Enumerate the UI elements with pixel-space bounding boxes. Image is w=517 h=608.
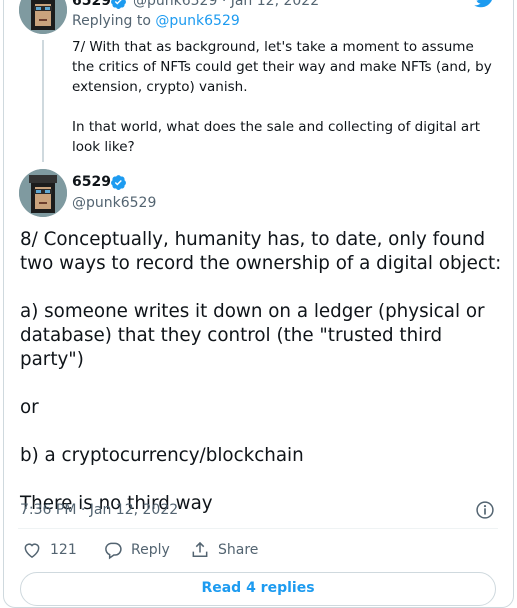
share-label: Share: [218, 542, 259, 558]
tweet-paragraph: In that world, what does the sale and co…: [72, 119, 481, 155]
author-name[interactable]: 6529: [72, 0, 111, 9]
replying-to: Replying to @punk6529: [72, 13, 240, 29]
main-tweet-text: 8/ Conceptually, humanity has, to date, …: [20, 228, 505, 516]
twitter-bird-icon[interactable]: [474, 0, 496, 8]
divider: [18, 528, 498, 529]
previous-tweet-text: 7/ With that as background, let's take a…: [72, 37, 497, 157]
handle-date[interactable]: @punk6529 · Jan 12, 2022: [133, 0, 319, 9]
tweet-paragraph: b) a cryptocurrency/blockchain: [20, 445, 304, 466]
replying-to-link[interactable]: @punk6529: [155, 13, 239, 29]
heart-icon: [24, 543, 40, 558]
author-name[interactable]: 6529: [72, 174, 111, 190]
tweet-paragraph: 7/ With that as background, let's take a…: [72, 39, 492, 95]
tweet-paragraph: a) someone writes it down on a ledger (p…: [20, 301, 485, 370]
author-handle[interactable]: @punk6529: [72, 195, 156, 211]
verified-badge-icon: [111, 175, 126, 190]
like-button[interactable]: 121: [22, 540, 77, 560]
reply-label: Reply: [131, 542, 170, 558]
avatar[interactable]: [19, 169, 67, 217]
read-replies-button[interactable]: Read 4 replies: [20, 572, 496, 606]
reply-icon: [105, 542, 122, 560]
info-icon[interactable]: [475, 500, 495, 520]
reply-button[interactable]: Reply: [103, 540, 170, 560]
share-button[interactable]: Share: [190, 540, 258, 560]
verified-badge-icon: [111, 0, 126, 9]
tweet-paragraph: or: [20, 397, 39, 418]
tweet-paragraph: 8/ Conceptually, humanity has, to date, …: [20, 229, 502, 274]
share-icon: [192, 541, 208, 557]
tweet-timestamp[interactable]: 7:36 PM · Jan 12, 2022: [20, 502, 178, 518]
thread-line: [42, 40, 44, 162]
like-count: 121: [50, 542, 77, 558]
